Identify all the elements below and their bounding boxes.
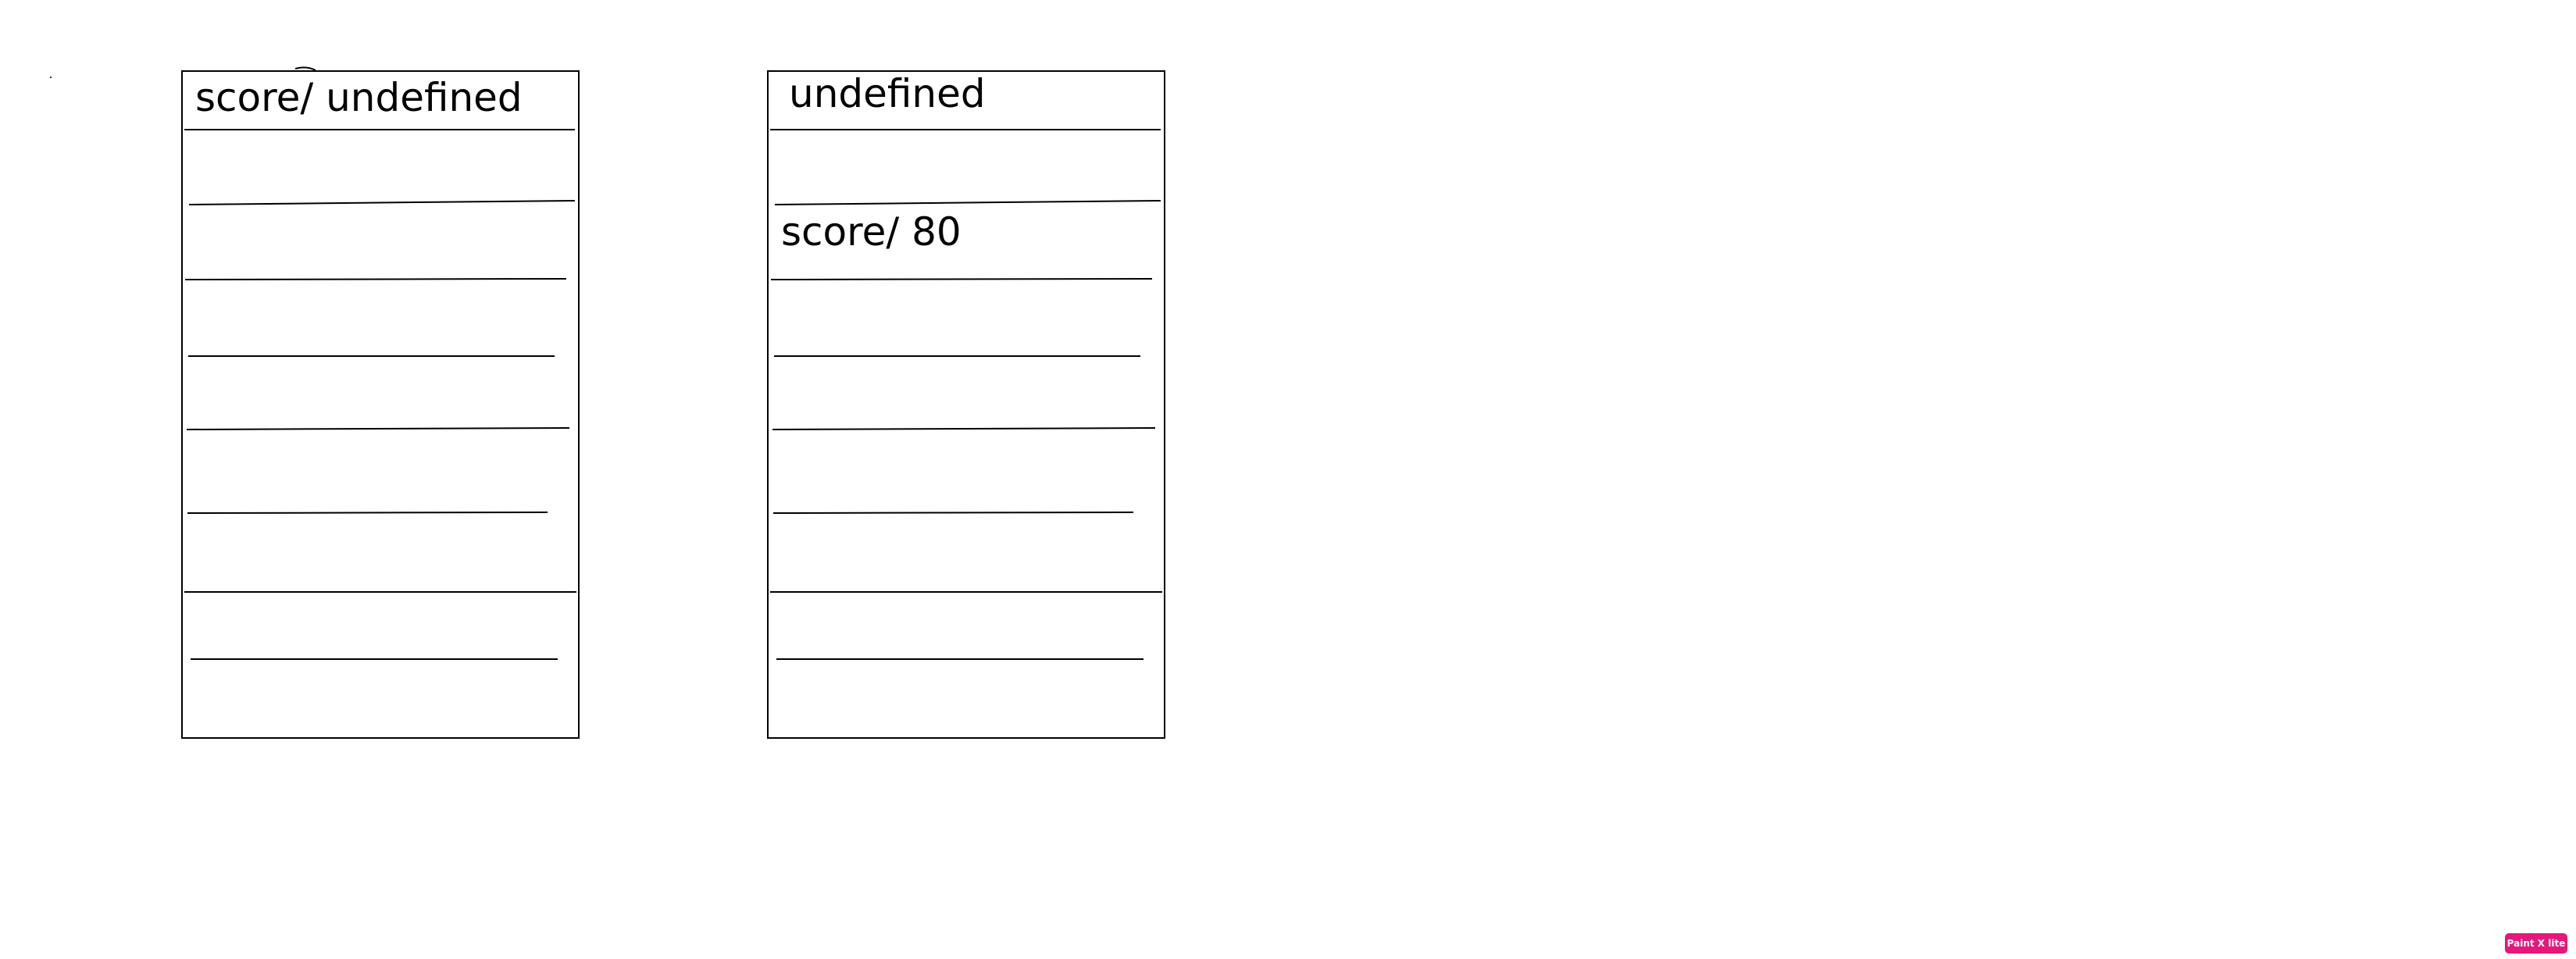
drawing-canvas[interactable]: score/ undefined undefined score/ 80 <box>0 0 2576 959</box>
left-card-scribble <box>294 66 316 71</box>
left-card-frame <box>181 70 580 739</box>
right-card-header-text: undefined <box>789 71 986 116</box>
stray-dot <box>50 77 52 78</box>
left-card-divider <box>188 200 576 205</box>
right-card-frame <box>767 70 1165 739</box>
right-card: undefined score/ 80 <box>767 70 1165 739</box>
right-card-divider <box>772 512 1134 514</box>
left-card-divider <box>184 278 567 280</box>
left-card: score/ undefined <box>181 66 580 739</box>
left-card-header-text: score/ undefined <box>195 75 523 120</box>
left-card-divider <box>187 512 548 514</box>
right-card-divider <box>774 200 1161 205</box>
paint-x-lite-badge[interactable]: Paint X lite <box>2505 933 2567 954</box>
right-card-divider <box>772 427 1156 430</box>
right-card-row-text: score/ 80 <box>781 209 962 255</box>
right-card-divider <box>770 278 1153 280</box>
left-card-divider <box>186 427 570 430</box>
